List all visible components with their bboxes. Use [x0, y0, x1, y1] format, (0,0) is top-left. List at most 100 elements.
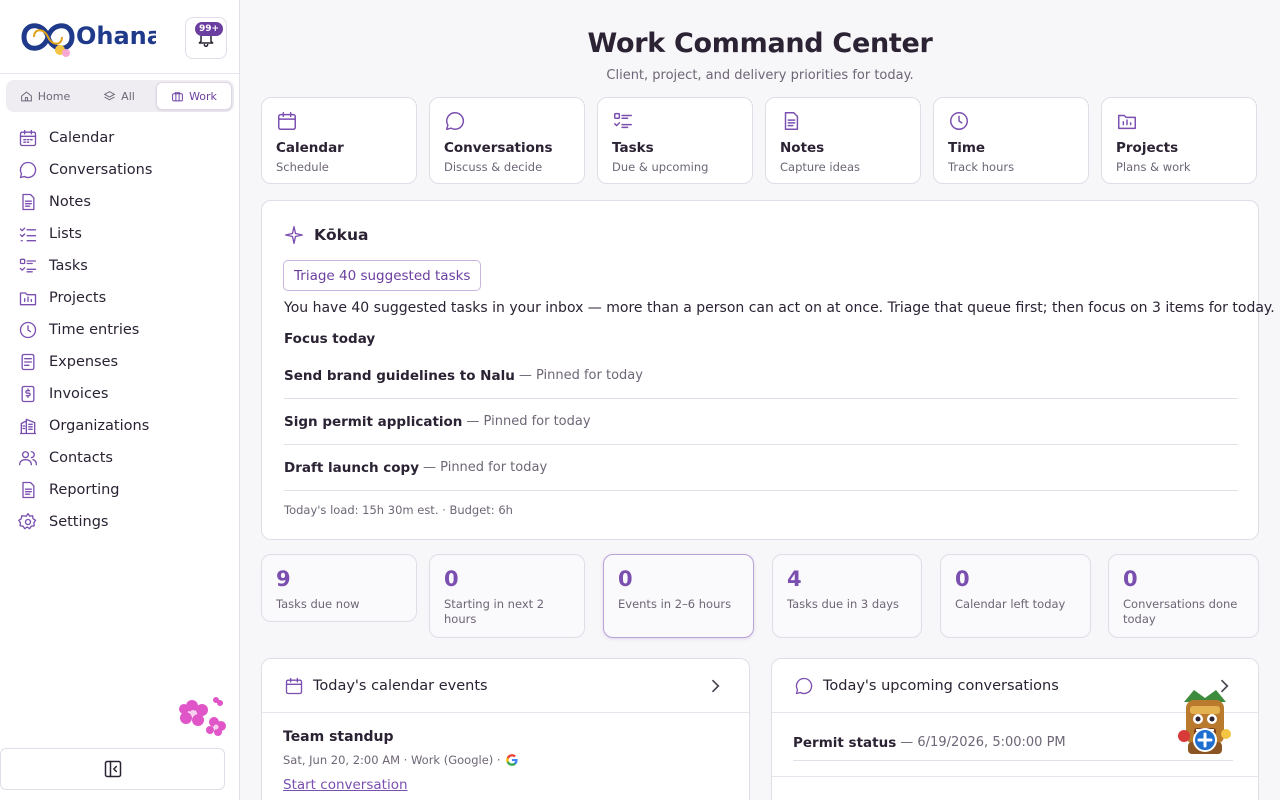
sidebar-nav: Calendar Conversations Notes Lists Tasks… — [0, 122, 239, 538]
focus-item-note: — Pinned for today — [423, 460, 548, 475]
checklist-icon — [19, 227, 37, 242]
focus-item-name: Sign permit application — [284, 413, 463, 430]
focus-item[interactable]: Sign permit application — Pinned for tod… — [284, 399, 1238, 445]
shortcut-subtitle: Discuss & decide — [444, 160, 543, 174]
sidebar-item-notes[interactable]: Notes — [0, 186, 239, 218]
home-icon — [20, 91, 32, 101]
stat-starting-next-2-hours[interactable]: 0 Starting in next 2 hours — [429, 554, 585, 638]
ohana-logo[interactable]: Ohana — [14, 12, 156, 62]
sidebar-item-label: Calendar — [49, 130, 115, 146]
tiki-assistant-button[interactable] — [1174, 688, 1236, 758]
calendar-icon — [285, 677, 303, 694]
stat-tasks-due-3-days[interactable]: 4 Tasks due in 3 days — [772, 554, 922, 638]
focus-item-name: Send brand guidelines to Nalu — [284, 367, 515, 384]
workspace-home[interactable]: Home — [8, 82, 82, 110]
sidebar-item-label: Settings — [49, 514, 109, 530]
shortcut-subtitle: Schedule — [276, 160, 329, 174]
stat-label: Conversations done today — [1123, 597, 1238, 626]
stat-label: Events in 2–6 hours — [618, 597, 732, 611]
shortcut-title: Projects — [1116, 140, 1179, 156]
document-icon — [22, 193, 35, 211]
tasks-icon — [19, 258, 37, 273]
collapse-sidebar-button[interactable] — [0, 748, 225, 790]
shortcut-time[interactable]: Time Track hours — [933, 97, 1089, 184]
stat-value: 0 — [1123, 567, 1138, 591]
shortcut-title: Conversations — [444, 140, 553, 156]
sidebar-item-lists[interactable]: Lists — [0, 218, 239, 250]
google-icon — [505, 754, 518, 766]
conversations-panel-title: Today's upcoming conversations — [823, 677, 1059, 694]
workspace-switcher: Home All Work — [6, 80, 234, 112]
sidebar-item-calendar[interactable]: Calendar — [0, 122, 239, 154]
calendar-event: Team standup Sat, Jun 20, 2:00 AM · Work… — [283, 729, 519, 793]
sidebar-item-label: Projects — [49, 290, 107, 306]
clock-icon — [19, 321, 37, 339]
stat-conversations-done-today[interactable]: 0 Conversations done today — [1108, 554, 1259, 638]
shortcut-tasks[interactable]: Tasks Due & upcoming — [597, 97, 753, 184]
tasks-icon — [614, 112, 632, 129]
chat-icon — [795, 677, 813, 694]
focus-item-name: Draft launch copy — [284, 459, 420, 476]
dollar-doc-icon — [21, 385, 35, 403]
people-icon — [19, 451, 37, 466]
sidebar-item-projects[interactable]: Projects — [0, 282, 239, 314]
conversation-item[interactable]: Permit status — 6/19/2026, 5:00:00 PM — [793, 725, 1233, 761]
todays-load: Today's load: 15h 30m est. · Budget: 6h — [284, 503, 513, 517]
stat-calendar-left-today[interactable]: 0 Calendar left today — [940, 554, 1091, 638]
sidebar-item-label: Invoices — [49, 386, 109, 402]
kokua-title: Kōkua — [314, 226, 369, 244]
shortcut-subtitle: Due & upcoming — [612, 160, 709, 174]
conversation-date: — 6/19/2026, 5:00:00 PM — [900, 735, 1066, 750]
event-title[interactable]: Team standup — [283, 729, 519, 745]
focus-item[interactable]: Send brand guidelines to Nalu — Pinned f… — [284, 353, 1238, 399]
sidebar-collapse-icon — [104, 760, 121, 778]
shortcut-subtitle: Capture ideas — [780, 160, 860, 174]
stat-label: Calendar left today — [955, 597, 1066, 611]
document-icon — [784, 112, 799, 130]
workspace-work[interactable]: Work — [156, 82, 232, 110]
stat-events-2-6-hours[interactable]: 0 Events in 2–6 hours — [603, 554, 754, 638]
calendar-panel-header[interactable]: Today's calendar events — [262, 659, 749, 713]
chevron-right-icon[interactable] — [705, 676, 725, 696]
sidebar: Ohana 99+ Home All Work Calendar Convers… — [0, 0, 240, 800]
sidebar-item-contacts[interactable]: Contacts — [0, 442, 239, 474]
focus-list: Send brand guidelines to Nalu — Pinned f… — [284, 353, 1238, 491]
conversation-name: Permit status — [793, 734, 897, 751]
stat-tasks-due-now[interactable]: 9 Tasks due now — [261, 554, 417, 622]
shortcut-title: Calendar — [276, 140, 344, 156]
stat-value: 0 — [444, 567, 459, 591]
layers-icon — [103, 90, 116, 100]
start-conversation-link[interactable]: Start conversation — [283, 777, 408, 793]
shortcut-projects[interactable]: Projects Plans & work — [1101, 97, 1257, 184]
shortcut-subtitle: Track hours — [948, 160, 1015, 174]
sidebar-item-conversations[interactable]: Conversations — [0, 154, 239, 186]
shortcut-notes[interactable]: Notes Capture ideas — [765, 97, 921, 184]
sidebar-item-settings[interactable]: Settings — [0, 506, 239, 538]
briefcase-icon — [172, 91, 183, 101]
workspace-all[interactable]: All — [82, 82, 156, 110]
sidebar-item-expenses[interactable]: Expenses — [0, 346, 239, 378]
shortcut-conversations[interactable]: Conversations Discuss & decide — [429, 97, 585, 184]
page-title: Work Command Center — [587, 28, 933, 59]
workspace-home-label: Home — [37, 89, 71, 103]
stat-value: 0 — [618, 567, 633, 591]
building-icon — [19, 418, 37, 435]
sidebar-item-organizations[interactable]: Organizations — [0, 410, 239, 442]
sidebar-item-time-entries[interactable]: Time entries — [0, 314, 239, 346]
divider — [772, 776, 1258, 777]
gear-icon — [18, 513, 37, 530]
notification-badge: 99+ — [195, 22, 224, 36]
focus-item[interactable]: Draft launch copy — Pinned for today — [284, 445, 1238, 491]
triage-button[interactable]: Triage 40 suggested tasks — [283, 260, 482, 291]
sidebar-item-label: Organizations — [49, 418, 150, 434]
sidebar-item-tasks[interactable]: Tasks — [0, 250, 239, 282]
sparkle-icon — [285, 226, 303, 244]
sidebar-item-reporting[interactable]: Reporting — [0, 474, 239, 506]
sidebar-item-label: Lists — [49, 226, 82, 242]
hibiscus-decoration — [179, 697, 226, 736]
clock-icon — [950, 112, 968, 130]
sidebar-item-label: Tasks — [49, 258, 88, 274]
sidebar-item-invoices[interactable]: Invoices — [0, 378, 239, 410]
report-icon — [22, 481, 35, 499]
shortcut-calendar[interactable]: Calendar Schedule — [261, 97, 417, 184]
